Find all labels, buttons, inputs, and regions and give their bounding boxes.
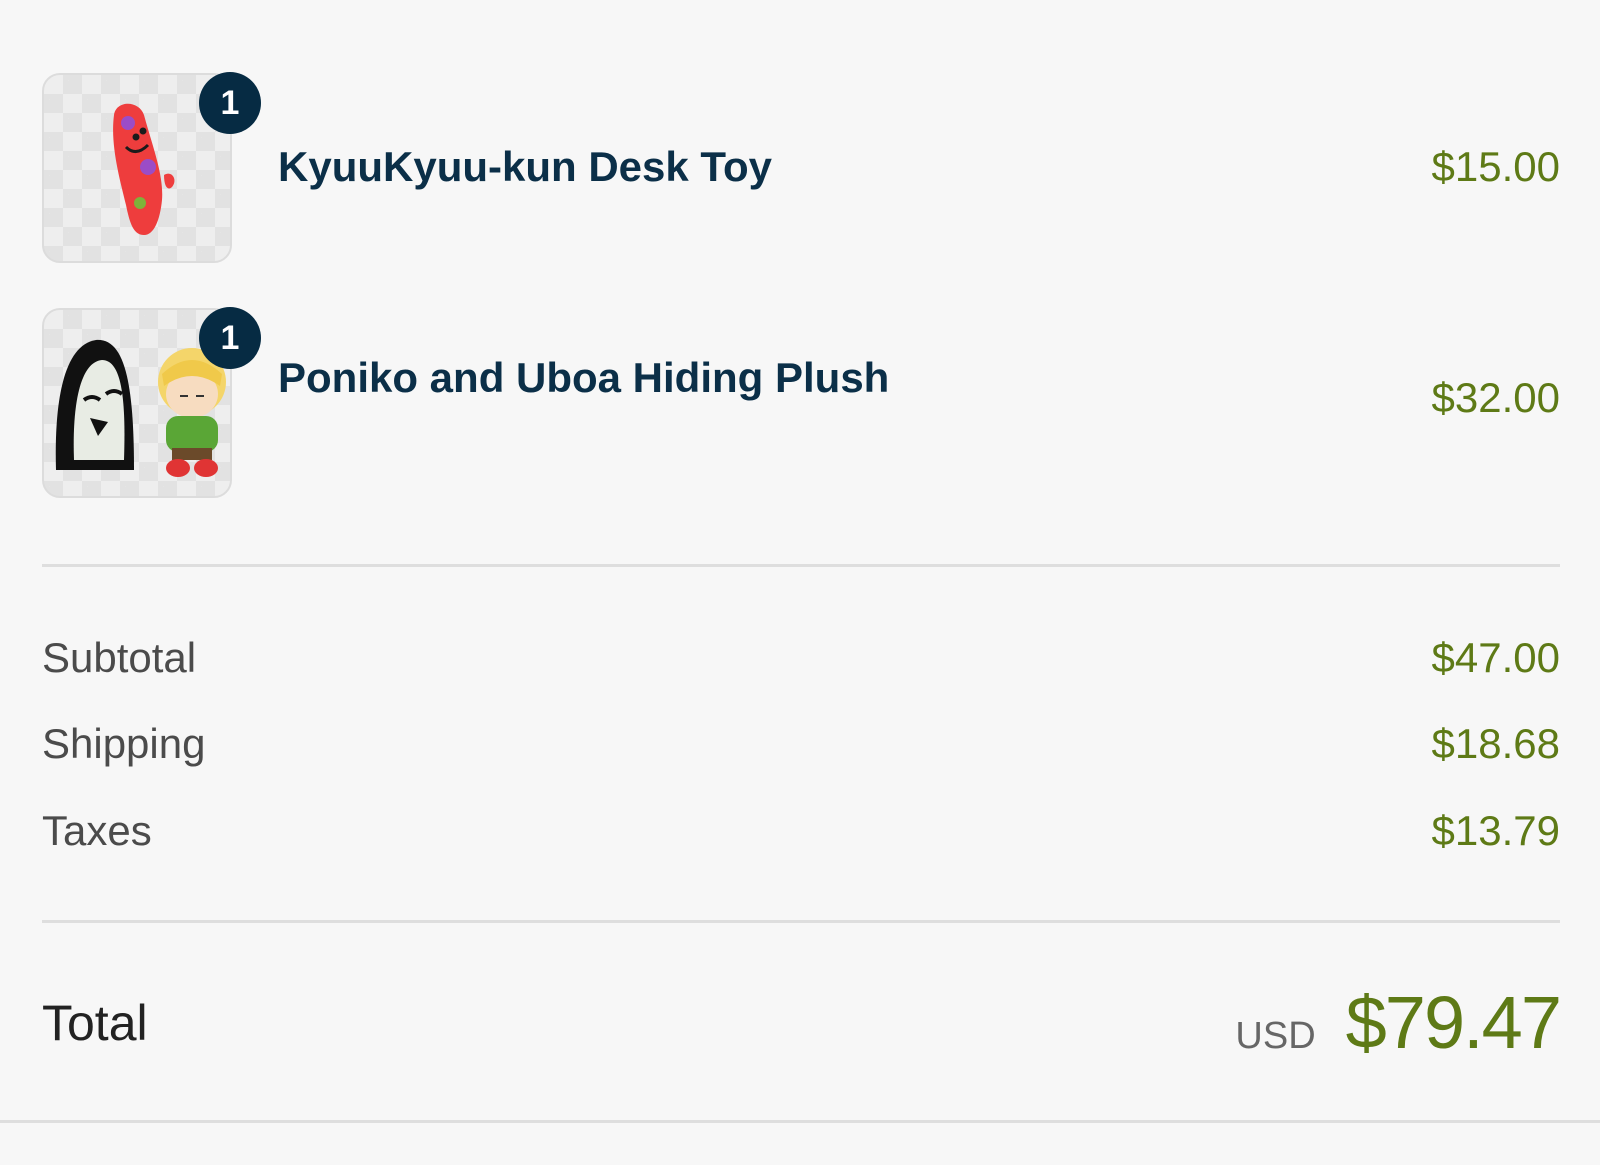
subtotal-row: Subtotal $47.00 <box>42 634 1560 690</box>
shipping-value: $18.68 <box>1431 720 1560 767</box>
taxes-label: Taxes <box>42 807 152 854</box>
item-name[interactable]: KyuuKyuu-kun Desk Toy <box>278 143 772 191</box>
cart-line-item: 1 KyuuKyuu-kun Desk Toy $15.00 <box>42 72 1560 265</box>
taxes-value: $13.79 <box>1431 807 1560 854</box>
subtotal-value: $47.00 <box>1431 634 1560 681</box>
divider <box>0 1120 1600 1123</box>
subtotal-label: Subtotal <box>42 634 197 681</box>
currency-code: USD <box>1235 1015 1316 1057</box>
total-row: Total USD $79.47 <box>42 980 1562 1064</box>
divider <box>42 920 1560 923</box>
cart-line-item: 1 Poniko and Uboa Hiding Plush $32.00 <box>42 307 1560 500</box>
total-value: $79.47 <box>1345 981 1562 1064</box>
quantity-badge: 1 <box>199 72 261 134</box>
quantity-badge: 1 <box>199 307 261 369</box>
shipping-row: Shipping $18.68 <box>42 720 1560 776</box>
item-price: $32.00 <box>1431 374 1560 421</box>
total-amount: USD $79.47 <box>1235 980 1562 1065</box>
taxes-row: Taxes $13.79 <box>42 807 1560 863</box>
shipping-label: Shipping <box>42 720 206 767</box>
total-label: Total <box>42 995 148 1051</box>
item-price: $15.00 <box>1431 143 1560 190</box>
item-name[interactable]: Poniko and Uboa Hiding Plush <box>278 354 889 402</box>
divider <box>42 564 1560 567</box>
